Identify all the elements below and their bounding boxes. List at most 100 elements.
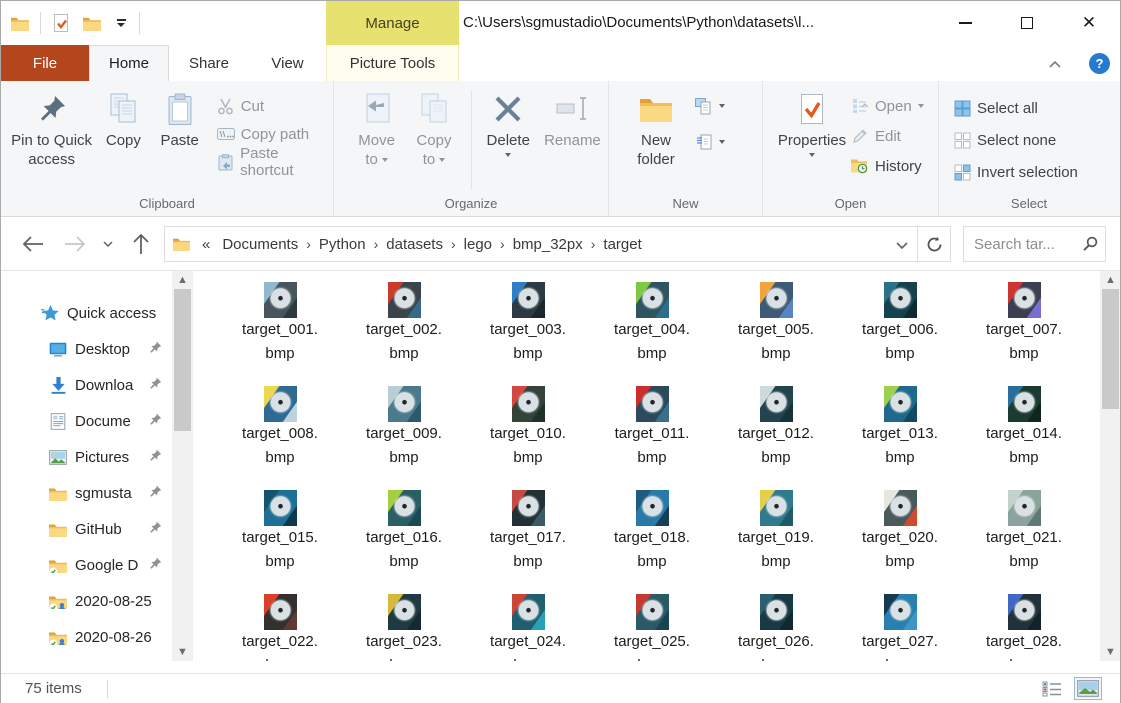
maximize-button[interactable] (996, 1, 1058, 45)
forward-button[interactable] (59, 217, 91, 271)
file-item[interactable]: target_010.bmp (466, 386, 590, 470)
file-item[interactable]: target_001.bmp (218, 282, 342, 366)
file-item[interactable]: target_008.bmp (218, 386, 342, 470)
paste-button[interactable]: Paste (151, 88, 209, 150)
breadcrumb-collapse[interactable]: « (196, 236, 216, 253)
breadcrumb-item[interactable]: Python (313, 236, 372, 253)
close-button[interactable]: ✕ (1058, 1, 1120, 45)
history-button[interactable]: History (851, 154, 924, 178)
breadcrumb-item[interactable]: lego (458, 236, 498, 253)
scroll-up-button[interactable]: ▲ (172, 271, 193, 289)
cut-button[interactable]: Cut (217, 94, 333, 118)
pin-to-quick-access-button[interactable]: Pin to Quick access (7, 88, 96, 169)
easy-access-button[interactable] (695, 130, 725, 154)
file-item[interactable]: target_017.bmp (466, 490, 590, 574)
file-item[interactable]: target_023.bmp (342, 594, 466, 661)
search-button[interactable] (1075, 236, 1105, 252)
tab-home[interactable]: Home (89, 45, 169, 81)
new-folder-button[interactable]: New folder (623, 88, 689, 169)
sidebar-item-downloa[interactable]: Downloa (1, 367, 171, 403)
breadcrumb-separator-icon[interactable]: › (589, 236, 598, 252)
scrollbar-thumb[interactable] (1102, 289, 1119, 409)
scroll-down-button[interactable]: ▼ (1100, 643, 1120, 661)
search-input[interactable] (964, 236, 1075, 253)
tab-file[interactable]: File (1, 45, 89, 81)
select-all-button[interactable]: Select all (953, 96, 1078, 120)
copy-path-button[interactable]: Copy path (217, 122, 333, 146)
properties-button[interactable]: Properties (773, 88, 851, 157)
breadcrumb-item[interactable]: bmp_32px (507, 236, 589, 253)
thumbnail-view-button[interactable] (1074, 677, 1102, 700)
file-item[interactable]: target_021.bmp (962, 490, 1086, 574)
refresh-button[interactable] (918, 227, 950, 261)
file-item[interactable]: target_015.bmp (218, 490, 342, 574)
breadcrumb-item[interactable]: datasets (380, 236, 449, 253)
file-item[interactable]: target_020.bmp (838, 490, 962, 574)
file-item[interactable]: target_003.bmp (466, 282, 590, 366)
move-to-button[interactable]: Move to (348, 88, 405, 169)
qat-new-folder-button[interactable] (81, 11, 103, 35)
address-bar[interactable]: « Documents›Python›datasets›lego›bmp_32p… (164, 226, 951, 262)
details-view-button[interactable] (1038, 677, 1066, 700)
help-button[interactable]: ? (1089, 53, 1110, 74)
sidebar-item-google-d[interactable]: Google D (1, 547, 171, 583)
sidebar-item-2020-08-25[interactable]: 2020-08-25 (1, 583, 171, 619)
open-button[interactable]: Open (851, 94, 924, 118)
file-item[interactable]: target_012.bmp (714, 386, 838, 470)
sidebar-item-partial[interactable] (1, 655, 171, 661)
minimize-button[interactable] (934, 1, 996, 45)
qat-properties-button[interactable] (50, 11, 72, 35)
breadcrumb-separator-icon[interactable]: › (449, 236, 458, 252)
file-item[interactable]: target_027.bmp (838, 594, 962, 661)
file-item[interactable]: target_009.bmp (342, 386, 466, 470)
edit-button[interactable]: Edit (851, 124, 924, 148)
rename-button[interactable]: Rename (537, 88, 608, 150)
file-item[interactable]: target_024.bmp (466, 594, 590, 661)
file-item[interactable]: target_016.bmp (342, 490, 466, 574)
sidebar-scrollbar[interactable]: ▲ ▼ (172, 271, 193, 661)
file-item[interactable]: target_006.bmp (838, 282, 962, 366)
file-item[interactable]: target_007.bmp (962, 282, 1086, 366)
back-button[interactable] (17, 217, 49, 271)
sidebar-item-desktop[interactable]: Desktop (1, 331, 171, 367)
sidebar-item-pictures[interactable]: Pictures (1, 439, 171, 475)
breadcrumb-item[interactable]: Documents (216, 236, 304, 253)
file-item[interactable]: target_019.bmp (714, 490, 838, 574)
sidebar-item-sgmusta[interactable]: sgmusta (1, 475, 171, 511)
breadcrumb-separator-icon[interactable]: › (372, 236, 381, 252)
file-item[interactable]: target_022.bmp (218, 594, 342, 661)
contextual-tab-group-manage[interactable]: Manage (326, 1, 459, 45)
invert-selection-button[interactable]: Invert selection (953, 160, 1078, 184)
breadcrumb-item[interactable]: target (597, 236, 647, 253)
new-item-button[interactable] (695, 94, 725, 118)
tab-view[interactable]: View (249, 45, 326, 81)
file-item[interactable]: target_002.bmp (342, 282, 466, 366)
sidebar-item-github[interactable]: GitHub (1, 511, 171, 547)
file-item[interactable]: target_013.bmp (838, 386, 962, 470)
file-item[interactable]: target_005.bmp (714, 282, 838, 366)
delete-button[interactable]: Delete (480, 88, 537, 157)
paste-shortcut-button[interactable]: Paste shortcut (217, 150, 333, 174)
file-item[interactable]: target_026.bmp (714, 594, 838, 661)
collapse-ribbon-button[interactable] (1042, 53, 1068, 75)
file-item[interactable]: target_014.bmp (962, 386, 1086, 470)
sidebar-item-quick-access[interactable]: Quick access (1, 295, 171, 331)
tab-share[interactable]: Share (169, 45, 249, 81)
copy-to-button[interactable]: Copy to (405, 88, 462, 169)
address-dropdown-button[interactable] (887, 236, 917, 253)
file-item[interactable]: target_025.bmp (590, 594, 714, 661)
recent-locations-button[interactable] (97, 217, 119, 271)
file-item[interactable]: target_028.bmp (962, 594, 1086, 661)
up-button[interactable] (125, 217, 157, 271)
breadcrumb-separator-icon[interactable]: › (304, 236, 313, 252)
customize-qat-button[interactable] (112, 19, 130, 27)
sidebar-item-2020-08-26[interactable]: 2020-08-26 (1, 619, 171, 655)
sidebar-item-docume[interactable]: Docume (1, 403, 171, 439)
copy-button[interactable]: Copy (96, 88, 150, 150)
tab-picture-tools[interactable]: Picture Tools (326, 45, 459, 81)
scroll-down-button[interactable]: ▼ (172, 643, 193, 661)
scroll-up-button[interactable]: ▲ (1100, 271, 1120, 289)
scrollbar-thumb[interactable] (174, 289, 191, 431)
file-item[interactable]: target_011.bmp (590, 386, 714, 470)
select-none-button[interactable]: Select none (953, 128, 1078, 152)
